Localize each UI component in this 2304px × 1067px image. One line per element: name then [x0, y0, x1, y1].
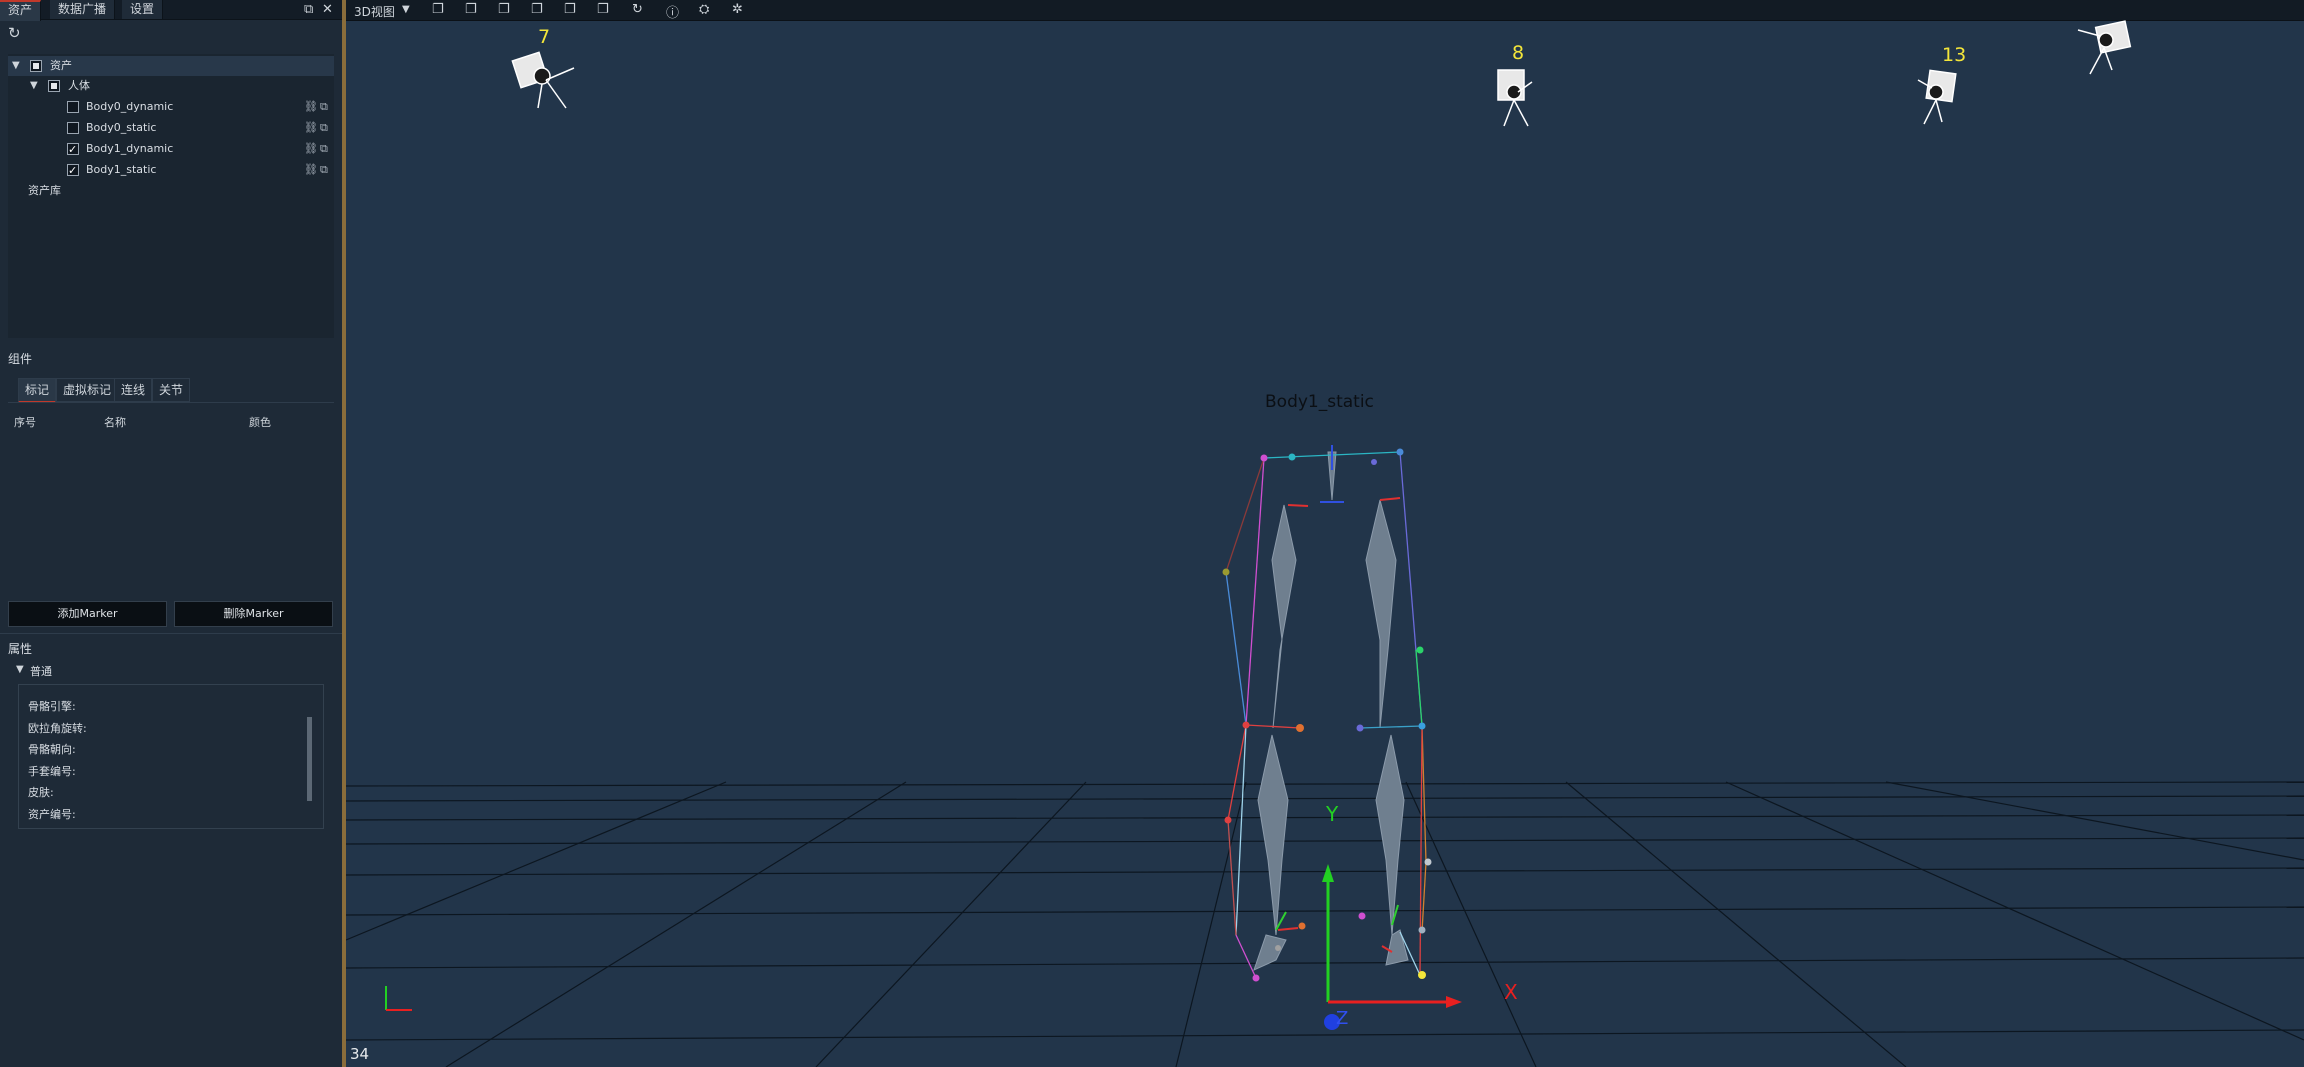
item-checkbox[interactable]	[67, 101, 79, 113]
property-skeleton-engine: 骨骼引擎:	[28, 700, 76, 713]
link-icon[interactable]: ⛓	[304, 160, 318, 180]
property-bone-orientation: 骨骼朝向:	[28, 743, 76, 756]
divider	[0, 633, 342, 634]
tree-item-label: Body0_dynamic	[86, 100, 174, 113]
z-axis-label: Z	[1336, 1008, 1349, 1029]
camera-13	[1917, 69, 1957, 125]
properties-title: 属性	[8, 642, 33, 656]
camera-number-label: 13	[1942, 44, 1967, 66]
scrollbar[interactable]	[307, 717, 312, 801]
float-window-icon[interactable]: ⧉	[304, 2, 313, 17]
close-icon[interactable]: ✕	[322, 2, 333, 17]
column-header-index: 序号	[14, 416, 36, 429]
group-checkbox[interactable]	[48, 80, 60, 92]
y-axis-label: Y	[1326, 802, 1339, 826]
column-header-color: 颜色	[249, 416, 271, 429]
tab-settings[interactable]: 设置	[122, 0, 164, 19]
body-name-label: Body1_static	[1265, 392, 1374, 412]
add-marker-button[interactable]: 添加Marker	[8, 601, 167, 627]
edit-icon[interactable]: ⧉	[320, 160, 328, 180]
asset-library-label[interactable]: 资产库	[28, 181, 61, 201]
property-skin: 皮肤:	[28, 786, 54, 799]
x-axis-label: X	[1504, 980, 1518, 1004]
tree-group-label: 人体	[68, 79, 90, 92]
link-icon[interactable]: ⛓	[304, 139, 318, 159]
column-header-name: 名称	[104, 416, 126, 429]
camera-top-right	[2077, 20, 2132, 75]
tab-assets[interactable]: 资产	[0, 0, 42, 21]
tab-joints[interactable]: 关节	[152, 378, 191, 402]
left-panel: 资产 数据广播 设置 ⧉ ✕ ↻ ▼ 资产 ▼ 人体 Body0_dynamic…	[0, 0, 342, 1067]
3d-viewport[interactable]: 3D视图 ▼ ❐ ❐ ❐ ❐ ❐ ❐ ↻ ⓘ ⛭ ✲ 7 8 13 Body1_…	[346, 0, 2304, 1067]
expand-arrow-icon[interactable]: ▼	[12, 56, 20, 76]
fps-counter: 34	[350, 1045, 370, 1063]
collapse-arrow-icon[interactable]: ▼	[16, 664, 24, 675]
delete-marker-button[interactable]: 删除Marker	[174, 601, 333, 627]
camera-8	[1497, 69, 1533, 127]
asset-tree: ▼ 资产 ▼ 人体 Body0_dynamic ⛓ ⧉ Body0_static…	[8, 54, 334, 338]
top-tab-bar: 资产 数据广播 设置 ⧉ ✕	[0, 0, 342, 21]
tab-virtual-markers[interactable]: 虚拟标记	[56, 378, 119, 402]
property-glove-id: 手套编号:	[28, 765, 76, 778]
tab-markers[interactable]: 标记	[18, 378, 57, 403]
components-title: 组件	[8, 352, 33, 366]
scene-canvas	[346, 20, 2304, 1067]
camera-number-label: 8	[1512, 42, 1525, 64]
skeleton-bones	[1253, 451, 1409, 971]
tree-item-row[interactable]: Body1_static ⛓ ⧉	[8, 160, 334, 181]
root-checkbox[interactable]	[30, 60, 42, 72]
property-euler-rotation: 欧拉角旋转:	[28, 722, 87, 735]
tree-item-row[interactable]: Body0_dynamic ⛓ ⧉	[8, 97, 334, 117]
tree-group-row[interactable]: ▼ 人体	[8, 76, 334, 96]
corner-axis-gizmo	[385, 986, 412, 1011]
tree-item-label: Body0_static	[86, 121, 157, 134]
item-checkbox[interactable]	[67, 161, 79, 181]
divider	[8, 402, 334, 403]
tree-item-label: Body1_static	[86, 163, 157, 176]
tab-connections[interactable]: 连线	[114, 378, 153, 402]
property-asset-id: 资产编号:	[28, 808, 76, 821]
tab-data-broadcast[interactable]: 数据广播	[50, 0, 116, 19]
expand-arrow-icon[interactable]: ▼	[30, 76, 38, 96]
refresh-icon[interactable]: ↻	[8, 24, 21, 42]
link-icon[interactable]: ⛓	[304, 97, 318, 117]
item-checkbox[interactable]	[67, 122, 79, 134]
tree-root-row[interactable]: ▼ 资产	[8, 56, 334, 76]
tree-item-row[interactable]: Body0_static ⛓ ⧉	[8, 118, 334, 138]
properties-group-label: 普通	[30, 665, 52, 678]
edit-icon[interactable]: ⧉	[320, 118, 328, 138]
item-checkbox[interactable]	[67, 140, 79, 160]
link-icon[interactable]: ⛓	[304, 118, 318, 138]
tree-root-label: 资产	[50, 59, 72, 72]
camera-number-label: 7	[538, 26, 551, 48]
camera-7	[511, 51, 575, 109]
tree-item-label: Body1_dynamic	[86, 142, 174, 155]
edit-icon[interactable]: ⧉	[320, 97, 328, 117]
tree-item-row[interactable]: Body1_dynamic ⛓ ⧉	[8, 139, 334, 160]
marker-connections	[1225, 451, 1427, 979]
edit-icon[interactable]: ⧉	[320, 139, 328, 159]
